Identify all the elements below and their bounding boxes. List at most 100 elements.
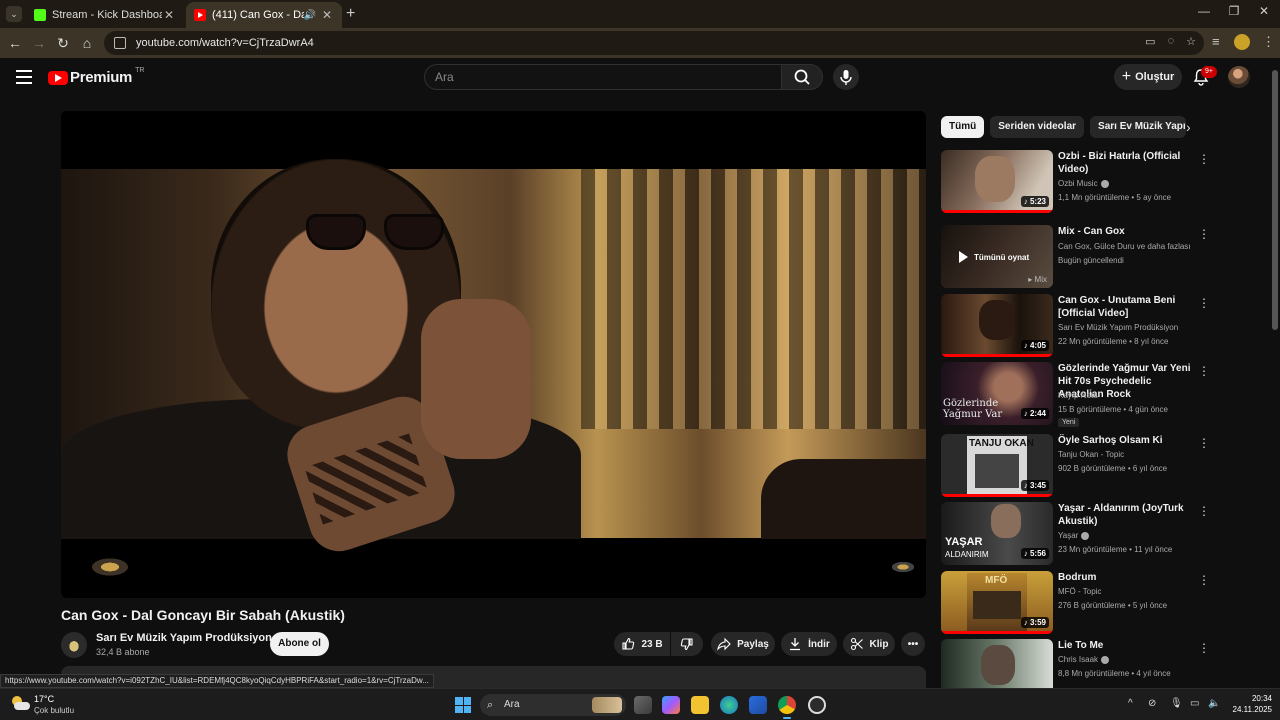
back-icon[interactable]: ← [6, 34, 24, 52]
rec-title[interactable]: Mix - Can Gox [1058, 225, 1198, 238]
rec-channel[interactable]: Can Gox, Gülce Duru ve daha fazlası [1058, 242, 1191, 251]
restore-icon[interactable]: ❐ [1224, 4, 1244, 18]
mix-thumbnail[interactable]: Tümünü oynat ▸ Mix [941, 225, 1053, 288]
network-off-icon[interactable]: ⊘ [1148, 698, 1156, 709]
video-thumbnail[interactable]: ♪ 5:23 [941, 150, 1053, 213]
rec-title[interactable]: Bodrum [1058, 571, 1198, 584]
recommendation-item[interactable]: MFÖ ♪ 3:59 Bodrum MFÖ - Topic 276 B görü… [941, 571, 1221, 637]
recommendation-item[interactable]: Gözlerinde Yağmur Var ♪ 2:44 Gözlerinde … [941, 362, 1221, 428]
task-view-icon[interactable] [634, 696, 652, 714]
copilot-icon[interactable] [662, 696, 680, 714]
download-button[interactable]: İndir [781, 632, 837, 656]
forward-icon[interactable]: → [30, 34, 48, 52]
rec-channel[interactable]: Ozbi Music [1058, 179, 1109, 188]
more-options-icon[interactable]: ⋮ [1198, 436, 1210, 450]
video-thumbnail[interactable]: ♪ 4:05 [941, 294, 1053, 357]
youtube-premium-logo[interactable]: Premium TR [48, 67, 144, 86]
video-thumbnail[interactable]: Gözlerinde Yağmur Var ♪ 2:44 [941, 362, 1053, 425]
player-branding-icon[interactable] [890, 561, 916, 573]
rec-title[interactable]: Can Gox - Unutama Beni [Official Video] [1058, 294, 1198, 320]
more-options-icon[interactable]: ⋮ [1198, 296, 1210, 310]
chip-all[interactable]: Tümü [941, 116, 985, 138]
channel-avatar[interactable] [61, 632, 87, 658]
system-clock[interactable]: 20:34 24.11.2025 [1228, 693, 1272, 715]
chip-series[interactable]: Seriden videolar [990, 116, 1085, 138]
taskbar-search[interactable]: ⌕ Ara [480, 694, 626, 716]
rec-title[interactable]: Ozbi - Bizi Hatırla (Official Video) [1058, 150, 1198, 176]
show-hidden-icons-chevron-icon[interactable]: ^ [1128, 698, 1133, 709]
search-button[interactable] [781, 64, 823, 90]
edge-browser-icon[interactable] [720, 696, 738, 714]
channel-name[interactable]: Sarı Ev Müzik Yapım Prodüksiyon [96, 632, 272, 644]
recommendation-item[interactable]: TANJU OKAN ♪ 3:45 Öyle Sarhoş Olsam Ki T… [941, 434, 1221, 500]
weather-desc[interactable]: Çok bulutlu [34, 706, 74, 715]
reload-icon[interactable]: ↻ [54, 34, 72, 52]
browser-profile-icon[interactable] [1234, 34, 1250, 50]
rec-channel[interactable]: Chris Isaak [1058, 655, 1110, 664]
video-thumbnail[interactable]: YAŞAR ALDANIRIM ♪ 5:56 [941, 502, 1053, 565]
clip-button[interactable]: Klip [843, 632, 895, 656]
chip-channel[interactable]: Sarı Ev Müzik Yapım Prodüksiyon [1090, 116, 1187, 138]
site-info-icon[interactable] [114, 37, 126, 49]
play-all-button[interactable]: Tümünü oynat [959, 251, 1029, 263]
weather-cloud-icon[interactable] [10, 694, 30, 714]
more-options-icon[interactable]: ⋮ [1198, 364, 1210, 378]
chrome-icon[interactable] [778, 696, 796, 719]
volume-icon[interactable]: 🔈 [1208, 698, 1220, 709]
like-button[interactable]: 23 B [614, 632, 670, 656]
close-tab-icon[interactable]: ✕ [162, 8, 176, 22]
recommendation-item[interactable]: ♪ 4:05 Can Gox - Unutama Beni [Official … [941, 294, 1221, 360]
rec-title[interactable]: Öyle Sarhoş Olsam Ki [1058, 434, 1198, 447]
chevron-right-icon[interactable]: › [1186, 119, 1191, 135]
recommendation-item[interactable]: ♪ 5:23 Ozbi - Bizi Hatırla (Official Vid… [941, 150, 1221, 216]
more-options-icon[interactable]: ⋮ [1198, 573, 1210, 587]
more-options-icon[interactable]: ⋮ [1198, 641, 1210, 655]
speaker-icon[interactable]: 🔊 [304, 10, 316, 21]
rec-channel[interactable]: MFÖ - Topic [1058, 587, 1101, 596]
eye-off-icon[interactable]: ◌ [1168, 35, 1175, 48]
more-actions-button[interactable]: ••• [901, 632, 925, 656]
share-button[interactable]: Paylaş [711, 632, 775, 656]
microphone-icon[interactable]: 🎙 [1170, 698, 1183, 709]
scrollbar-thumb[interactable] [1272, 70, 1278, 330]
cast-icon[interactable]: ▭ [1145, 35, 1155, 48]
video-thumbnail[interactable]: MFÖ ♪ 3:59 [941, 571, 1053, 634]
address-bar[interactable]: youtube.com/watch?v=CjTrzaDwrA4 [104, 31, 1204, 55]
menu-icon[interactable] [16, 70, 32, 84]
rec-channel[interactable]: Kayıp Nota [1058, 391, 1098, 400]
video-thumbnail[interactable]: TANJU OKAN ♪ 3:45 [941, 434, 1053, 497]
dislike-button[interactable] [671, 632, 703, 656]
new-tab-icon[interactable]: + [346, 5, 355, 23]
weather-temp[interactable]: 17°C [34, 694, 54, 704]
rec-channel[interactable]: Sarı Ev Müzik Yapım Prodüksiyon [1058, 323, 1178, 332]
windows-start-icon[interactable] [455, 697, 471, 713]
recommendation-item[interactable]: Lie To Me Chris Isaak 8,8 Mn görüntüleme… [941, 639, 1221, 688]
search-input[interactable]: Ara [424, 64, 782, 90]
display-icon[interactable]: ▭ [1190, 698, 1199, 709]
more-options-icon[interactable]: ⋮ [1198, 504, 1210, 518]
video-thumbnail[interactable] [941, 639, 1053, 688]
page-scrollbar[interactable] [1270, 58, 1280, 688]
store-icon[interactable] [749, 696, 767, 714]
close-window-icon[interactable]: ✕ [1254, 4, 1274, 18]
close-tab-icon[interactable]: ✕ [320, 8, 334, 22]
bookmark-star-icon[interactable]: ☆ [1186, 35, 1196, 48]
rec-title[interactable]: Lie To Me [1058, 639, 1198, 652]
browser-menu-icon[interactable]: ⋮ [1262, 34, 1275, 50]
recording-app-icon[interactable] [808, 696, 826, 714]
recommendation-item[interactable]: YAŞAR ALDANIRIM ♪ 5:56 Yaşar - Aldanırım… [941, 502, 1221, 568]
rec-channel[interactable]: Yaşar [1058, 531, 1090, 540]
voice-search-button[interactable] [833, 64, 859, 90]
home-icon[interactable]: ⌂ [78, 34, 96, 52]
create-button[interactable]: + Oluştur [1114, 64, 1182, 90]
rec-title[interactable]: Yaşar - Aldanırım (JoyTurk Akustik) [1058, 502, 1198, 528]
file-explorer-icon[interactable] [691, 696, 709, 714]
tab-search-dropdown[interactable]: ⌄ [6, 6, 22, 22]
subscribe-button[interactable]: Abone ol [270, 632, 329, 656]
rec-channel[interactable]: Tanju Okan - Topic [1058, 450, 1124, 459]
more-options-icon[interactable]: ⋮ [1198, 152, 1210, 166]
reading-list-icon[interactable]: ≡ [1212, 34, 1220, 49]
minimize-icon[interactable]: — [1194, 4, 1214, 18]
recommendation-item-mix[interactable]: Tümünü oynat ▸ Mix Mix - Can Gox Can Gox… [941, 225, 1221, 291]
account-avatar[interactable] [1228, 66, 1250, 88]
